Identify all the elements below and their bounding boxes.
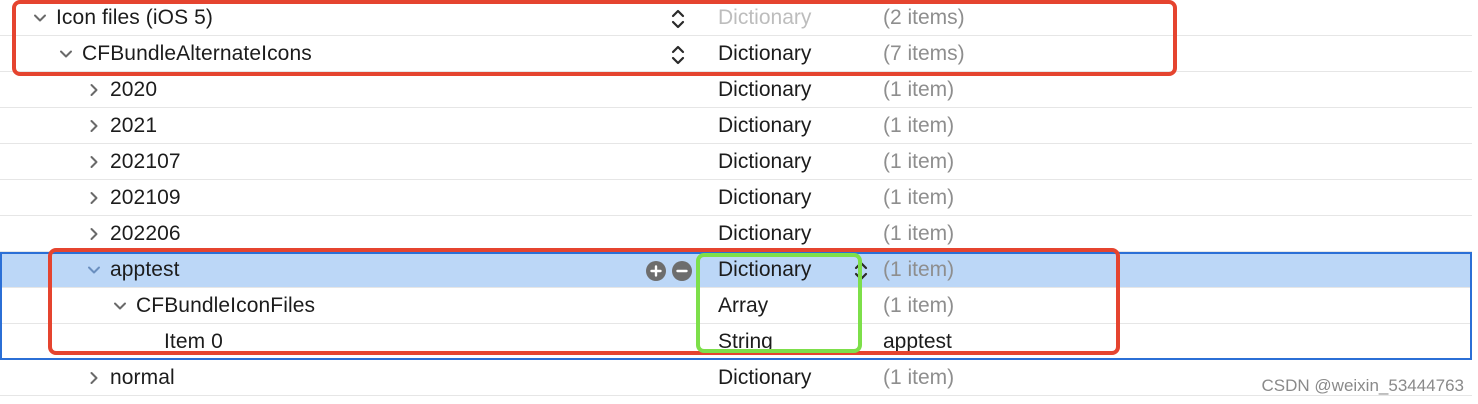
chevron-right-icon[interactable] (86, 118, 102, 134)
row-key: apptest (110, 258, 180, 281)
plist-editor-table: Icon files (iOS 5) Dictionary (2 items) … (0, 0, 1478, 396)
row-value: (1 item) (883, 186, 955, 209)
row-type[interactable]: Dictionary (718, 108, 811, 144)
row-key: 2020 (110, 78, 158, 101)
plist-row[interactable]: 2020 Dictionary (1 item) (0, 72, 1472, 108)
row-value: (2 items) (883, 6, 965, 29)
row-value: (1 item) (883, 78, 955, 101)
key-cell: Item 0 (164, 324, 223, 360)
row-type[interactable]: Dictionary (718, 180, 811, 216)
row-type[interactable]: Dictionary (718, 144, 811, 180)
plist-row-selected[interactable]: apptest Dictionary (1 item) (0, 252, 1472, 288)
row-value[interactable]: apptest (883, 324, 952, 360)
row-value: (1 item) (883, 366, 955, 389)
key-cell: 202107 (86, 144, 181, 180)
chevron-right-icon[interactable] (86, 82, 102, 98)
key-cell: 2020 (86, 72, 157, 108)
row-type[interactable]: Dictionary (718, 252, 811, 288)
up-down-stepper-icon[interactable] (851, 260, 871, 282)
plist-row[interactable]: 2021 Dictionary (1 item) (0, 108, 1472, 144)
key-cell: CFBundleAlternateIcons (58, 36, 312, 72)
up-down-stepper-icon[interactable] (668, 8, 688, 30)
row-type[interactable]: Dictionary (718, 216, 811, 252)
row-key: Item 0 (164, 330, 223, 353)
chevron-right-icon[interactable] (86, 226, 102, 242)
key-cell: 202109 (86, 180, 181, 216)
chevron-down-icon[interactable] (58, 46, 74, 62)
chevron-right-icon[interactable] (86, 370, 102, 386)
row-key: 202206 (110, 222, 181, 245)
key-cell: normal (86, 360, 175, 396)
plist-row[interactable]: 202109 Dictionary (1 item) (0, 180, 1472, 216)
chevron-right-icon[interactable] (86, 154, 102, 170)
plist-row[interactable]: CFBundleAlternateIcons Dictionary (7 ite… (0, 36, 1472, 72)
plist-row[interactable]: 202206 Dictionary (1 item) (0, 216, 1472, 252)
row-key: CFBundleIconFiles (136, 294, 316, 317)
row-value: (7 items) (883, 42, 965, 65)
key-cell: 2021 (86, 108, 157, 144)
plist-row[interactable]: CFBundleIconFiles Array (1 item) (0, 288, 1472, 324)
row-type[interactable]: Dictionary (718, 0, 811, 36)
row-key: 202109 (110, 186, 181, 209)
row-type[interactable]: String (718, 324, 773, 360)
row-value: (1 item) (883, 294, 955, 317)
chevron-down-icon[interactable] (112, 298, 128, 314)
key-cell: apptest (86, 252, 180, 288)
row-type[interactable]: Dictionary (718, 72, 811, 108)
row-key: normal (110, 366, 175, 389)
row-value: (1 item) (883, 222, 955, 245)
row-key: 202107 (110, 150, 181, 173)
minus-circle-icon[interactable] (672, 261, 692, 281)
row-value: (1 item) (883, 258, 955, 281)
chevron-down-icon[interactable] (32, 10, 48, 26)
chevron-down-icon[interactable] (86, 262, 102, 278)
row-value: (1 item) (883, 114, 955, 137)
plus-circle-icon[interactable] (646, 261, 666, 281)
plist-row[interactable]: Item 0 String apptest (0, 324, 1472, 360)
up-down-stepper-icon[interactable] (668, 44, 688, 66)
chevron-right-icon[interactable] (86, 190, 102, 206)
row-key: CFBundleAlternateIcons (82, 42, 312, 65)
row-key: 2021 (110, 114, 158, 137)
plist-row[interactable]: normal Dictionary (1 item) (0, 360, 1472, 396)
key-cell: CFBundleIconFiles (112, 288, 315, 324)
plist-row[interactable]: Icon files (iOS 5) Dictionary (2 items) (0, 0, 1472, 36)
row-key: Icon files (iOS 5) (56, 6, 214, 29)
plist-row[interactable]: 202107 Dictionary (1 item) (0, 144, 1472, 180)
row-value: (1 item) (883, 150, 955, 173)
watermark: CSDN @weixin_53444763 (1261, 376, 1464, 395)
row-type[interactable]: Dictionary (718, 360, 811, 396)
key-cell: 202206 (86, 216, 181, 252)
row-type[interactable]: Dictionary (718, 36, 811, 72)
row-type[interactable]: Array (718, 288, 768, 324)
key-cell: Icon files (iOS 5) (32, 0, 213, 36)
